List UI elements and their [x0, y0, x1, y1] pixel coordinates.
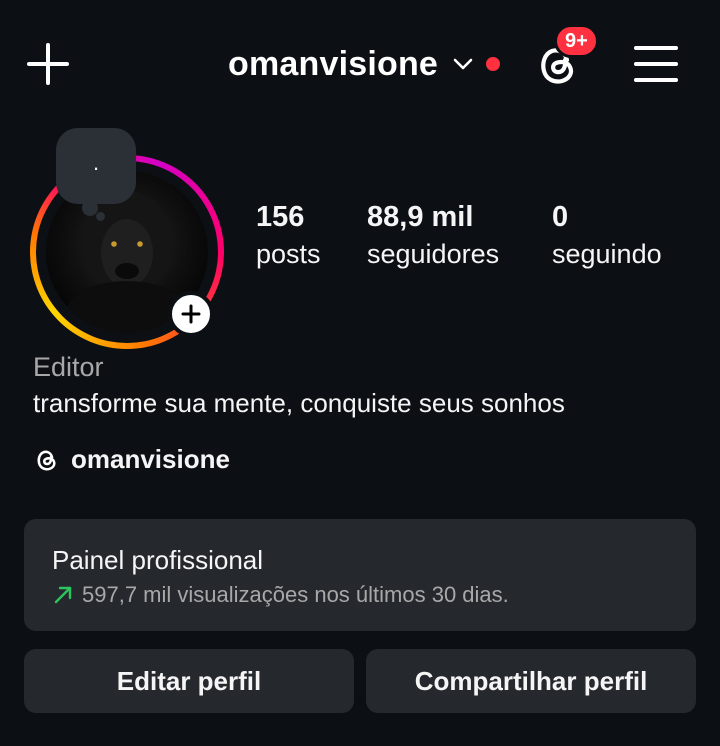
dashboard-subtitle: 597,7 mil visualizações nos últimos 30 d… — [82, 582, 509, 607]
dashboard-title: Painel profissional — [52, 545, 264, 575]
threads-profile-link[interactable]: omanvisione — [33, 444, 230, 475]
professional-dashboard[interactable]: Painel profissional 597,7 mil visualizaç… — [24, 519, 696, 631]
top-bar: omanvisione 9+ — [0, 0, 720, 125]
unread-dot — [486, 57, 501, 71]
notification-badge: 9+ — [554, 24, 599, 58]
stat-posts[interactable]: 156 posts — [256, 200, 321, 274]
stat-following[interactable]: 0 seguindo — [552, 200, 662, 274]
profile-bio: transforme sua mente, conquiste seus son… — [33, 388, 565, 418]
stat-value: 88,9 mil — [367, 201, 474, 233]
plus-icon[interactable] — [26, 42, 70, 86]
edit-profile-button[interactable]: Editar perfil — [24, 649, 354, 713]
dashboard-subtitle-row: 597,7 mil visualizações nos últimos 30 d… — [52, 582, 509, 608]
chevron-down-icon[interactable] — [452, 53, 474, 75]
stat-followers[interactable]: 88,9 mil seguidores — [367, 200, 499, 274]
profile-username[interactable]: omanvisione — [228, 45, 438, 84]
threads-handle: omanvisione — [71, 444, 230, 474]
account-switcher[interactable]: omanvisione — [228, 42, 501, 86]
note-text: . — [92, 150, 100, 175]
stat-value: 0 — [552, 201, 569, 233]
stat-label: seguindo — [552, 239, 662, 269]
threads-icon — [37, 450, 56, 470]
plus-icon — [181, 304, 201, 324]
hamburger-menu-icon[interactable] — [634, 44, 678, 84]
stat-label: seguidores — [367, 239, 500, 269]
add-story-button[interactable] — [168, 291, 214, 337]
share-profile-button[interactable]: Compartilhar perfil — [366, 649, 696, 713]
stat-value: 156 — [256, 201, 305, 233]
profile-category: Editor — [33, 352, 104, 382]
trend-up-arrow-icon — [54, 586, 72, 604]
stat-label: posts — [256, 239, 321, 269]
